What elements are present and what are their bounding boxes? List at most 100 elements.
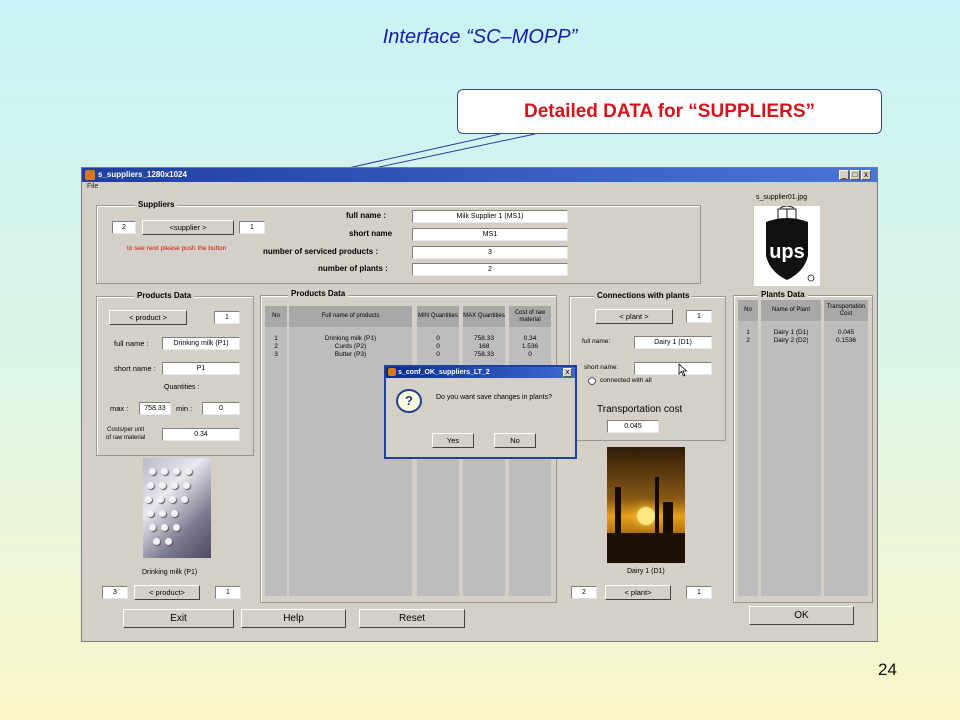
table-cell: 2 — [274, 343, 278, 350]
minimize-button[interactable]: _ — [839, 170, 849, 180]
dialog-no-button[interactable]: No — [494, 433, 536, 448]
table-cell: 758.33 — [474, 351, 494, 358]
table-cell: 0 — [436, 351, 440, 358]
table-cell: 0 — [436, 335, 440, 342]
plant-image — [607, 447, 685, 563]
table-cell: Drinking milk (P1) — [324, 335, 377, 342]
connected-all-radio[interactable] — [588, 377, 596, 385]
table-cell: 0 — [528, 351, 532, 358]
supplier-image-caption: s_supplier01.jpg — [756, 194, 807, 201]
plant-bottom-index-field[interactable]: 2 — [571, 586, 597, 599]
dialog-close-button[interactable]: x — [563, 368, 572, 377]
plant-full-name-field[interactable]: Dairy 1 (D1) — [634, 336, 712, 349]
product-bottom-nav-button[interactable]: < product> — [134, 585, 200, 600]
supplier-short-name-field[interactable]: MS1 — [412, 228, 568, 241]
table-cell: 0 — [436, 343, 440, 350]
cost-label-line-1: Costs/per unit — [107, 427, 145, 433]
table-cell: 168 — [478, 343, 490, 350]
matlab-icon — [388, 368, 396, 376]
suppliers-title: Suppliers — [135, 200, 178, 209]
plants-col-name — [761, 300, 821, 596]
plants-header-name: Name of Plant — [761, 300, 821, 321]
connected-all-label: connected with all — [600, 377, 652, 384]
matlab-icon — [85, 170, 95, 180]
full-name-label: full name : — [346, 211, 387, 220]
plant-bottom-total-field[interactable]: 1 — [686, 586, 712, 599]
table-cell: Butter (P3) — [334, 351, 367, 358]
supplier-index-field[interactable]: 2 — [112, 221, 136, 234]
max-quantity-field[interactable]: 758.33 — [139, 402, 171, 415]
product-details-title: Products Data — [134, 291, 195, 300]
plant-short-name-field[interactable] — [634, 362, 712, 375]
plant-bottom-nav-button[interactable]: < plant> — [605, 585, 671, 600]
menu-file[interactable]: File — [87, 183, 98, 190]
ups-logo: ups — [754, 205, 820, 286]
next-product-button[interactable]: < product > — [109, 310, 187, 325]
plant-short-name-label: short name: — [584, 364, 619, 371]
reset-button[interactable]: Reset — [359, 609, 465, 628]
plants-col-no — [738, 300, 758, 596]
app-window: s_suppliers_1280x1024 _ □ x File Supplie… — [81, 167, 878, 642]
transport-cost-label: Transportation cost — [597, 404, 683, 415]
quantities-label: Quantities : — [164, 384, 200, 391]
next-supplier-button[interactable]: <supplier > — [142, 220, 234, 235]
products-table-title: Products Data — [288, 289, 349, 298]
maximize-button[interactable]: □ — [850, 170, 860, 180]
plant-index-field[interactable]: 1 — [686, 310, 712, 323]
header-cost: Cost of raw material — [509, 306, 551, 327]
table-cell: Curds (P2) — [334, 343, 367, 350]
svg-text:ups: ups — [769, 241, 805, 263]
plants-col-cost — [824, 300, 868, 596]
plants-header-no: No — [738, 300, 758, 321]
header-min: MIN Quantities — [417, 306, 459, 327]
num-products-label: number of serviced products : — [263, 247, 379, 256]
num-plants-field[interactable]: 2 — [412, 263, 568, 276]
supplier-hint: to see next please push the button — [127, 245, 227, 252]
window-titlebar: s_suppliers_1280x1024 — [82, 168, 877, 182]
table-cell: 0.1536 — [836, 337, 856, 344]
product-bottom-index-field[interactable]: 3 — [102, 586, 128, 599]
connections-title: Connections with plants — [594, 291, 693, 300]
num-plants-label: number of plants : — [318, 264, 388, 273]
sun-shape — [637, 507, 655, 525]
dialog-title: s_conf_OK_suppliers_LT_2 — [398, 369, 490, 376]
supplier-full-name-field[interactable]: Milk Supplier 1 (MS1) — [412, 210, 568, 223]
plants-table-title: Plants Data — [758, 290, 808, 299]
dialog-yes-button[interactable]: Yes — [432, 433, 474, 448]
supplier-total-field[interactable]: 1 — [239, 221, 265, 234]
cost-field[interactable]: 0.34 — [162, 428, 240, 441]
short-name-label: short name — [349, 229, 393, 238]
question-icon: ? — [396, 389, 422, 413]
product-short-name-field[interactable]: P1 — [162, 362, 240, 375]
table-cell: 1 — [746, 329, 750, 336]
product-full-name-field[interactable]: Drinking milk (P1) — [162, 337, 240, 350]
header-max: MAX Quantities — [463, 306, 505, 327]
next-plant-button[interactable]: < plant > — [595, 309, 673, 324]
table-cell: Dairy 1 (D1) — [773, 329, 809, 336]
ok-button[interactable]: OK — [749, 606, 854, 625]
cost-label-line-2: of raw material — [106, 435, 146, 441]
help-button[interactable]: Help — [241, 609, 346, 628]
exit-button[interactable]: Exit — [123, 609, 234, 628]
product-short-name-label: short name : — [114, 364, 156, 373]
min-quantity-field[interactable]: 0 — [202, 402, 240, 415]
window-title: s_suppliers_1280x1024 — [98, 170, 187, 179]
product-bottom-total-field[interactable]: 1 — [215, 586, 241, 599]
table-cell: 2 — [746, 337, 750, 344]
plant-full-name-label: full name: — [582, 338, 611, 345]
callout-box: Detailed DATA for “SUPPLIERS” — [457, 89, 882, 134]
product-image-caption: Drinking milk (P1) — [142, 569, 198, 576]
product-index-field[interactable]: 1 — [214, 311, 240, 324]
product-image — [143, 458, 211, 558]
num-products-field[interactable]: 3 — [412, 246, 568, 259]
header-no: No — [265, 306, 287, 327]
transport-cost-field[interactable]: 0.045 — [607, 420, 659, 433]
close-button[interactable]: x — [861, 170, 871, 180]
cost-label: Costs/per unit of raw material — [106, 426, 145, 442]
table-cell: 1.536 — [521, 343, 539, 350]
header-full-name: Full name of products — [289, 306, 412, 327]
product-full-name-label: full name : — [114, 339, 149, 348]
slide-title: Interface “SC–MOPP” — [382, 26, 578, 48]
mouse-cursor-icon — [678, 363, 688, 377]
table-cell: 3 — [274, 351, 278, 358]
